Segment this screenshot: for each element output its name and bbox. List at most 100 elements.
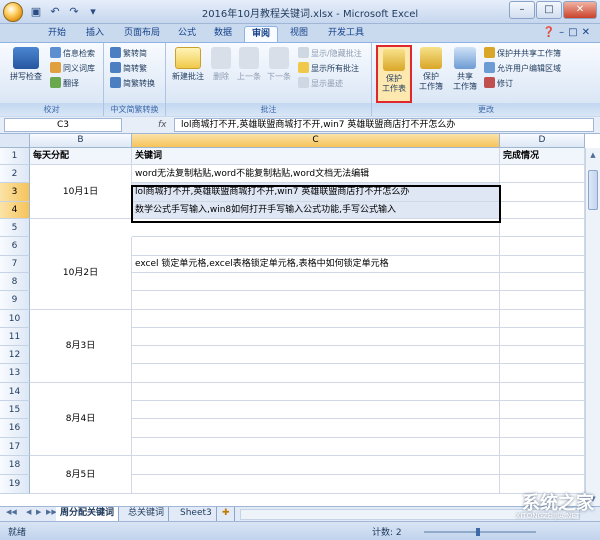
cell[interactable] <box>132 310 500 328</box>
thesaurus-button[interactable]: 同义词库 <box>50 62 95 75</box>
cell[interactable] <box>500 291 585 310</box>
allow-edit-ranges-button[interactable]: 允许用户编辑区域 <box>484 62 561 75</box>
row-header[interactable]: 14 <box>0 383 30 401</box>
cell[interactable] <box>132 475 500 494</box>
tab-view[interactable]: 视图 <box>284 26 314 42</box>
tab-insert[interactable]: 插入 <box>80 26 110 42</box>
row-header[interactable]: 13 <box>0 364 30 383</box>
cell[interactable] <box>500 364 585 383</box>
name-box[interactable]: C3 <box>4 118 122 132</box>
cell[interactable] <box>500 165 585 183</box>
show-all-comments-button[interactable]: 显示所有批注 <box>298 62 359 75</box>
spreadsheet-grid[interactable]: B C D 1 2 3 4 5 6 7 8 9 10 11 12 13 14 15 16 17 18 19 每天分配… <box>0 134 600 506</box>
cell[interactable] <box>500 346 585 364</box>
help-and-window-icons[interactable]: ❓–□✕ <box>543 27 594 38</box>
cell[interactable] <box>500 383 585 401</box>
office-button[interactable] <box>3 2 23 22</box>
row-header[interactable]: 4 <box>0 202 30 219</box>
row-header[interactable]: 17 <box>0 438 30 456</box>
to-simplified-button[interactable]: 繁转简 <box>110 47 147 60</box>
tab-home[interactable]: 开始 <box>40 26 74 42</box>
sheet-tab-weekly[interactable]: 周分配关键词 <box>56 507 120 521</box>
insert-sheet-icon[interactable]: ✚ <box>218 507 235 521</box>
row-header[interactable]: 15 <box>0 401 30 419</box>
cell[interactable] <box>132 383 500 401</box>
row-header[interactable]: 16 <box>0 419 30 438</box>
maximize-button[interactable]: □ <box>536 1 562 19</box>
row-header[interactable]: 3 <box>0 183 30 202</box>
row-header[interactable]: 7 <box>0 256 30 273</box>
row-header[interactable]: 18 <box>0 456 30 475</box>
vertical-scrollbar[interactable]: ▲ ▼ <box>585 148 600 506</box>
cell-c2[interactable]: word无法复制粘贴,word不能复制粘贴,word文档无法编辑 <box>132 165 500 183</box>
close-button[interactable]: ✕ <box>563 1 597 19</box>
cell[interactable] <box>132 364 500 383</box>
customize-qat-icon[interactable]: ▾ <box>85 4 101 20</box>
prev-sheet-icon[interactable]: ◀ <box>26 508 31 516</box>
tab-developer[interactable]: 开发工具 <box>320 26 372 42</box>
cell[interactable] <box>500 219 585 237</box>
date-cell[interactable]: 8月4日 <box>30 383 132 456</box>
header-cell-d[interactable]: 完成情况 <box>500 148 585 165</box>
sheet-tab-total[interactable]: 总关键词 <box>124 507 170 521</box>
date-cell[interactable]: 10月2日 <box>30 237 132 310</box>
cell[interactable] <box>132 291 500 310</box>
formula-input[interactable]: lol商城打不开,英雄联盟商城打不开,win7 英雄联盟商店打不开怎么办 <box>174 118 594 132</box>
cell[interactable] <box>500 456 585 475</box>
save-icon[interactable]: ▣ <box>28 4 44 20</box>
redo-icon[interactable]: ↷ <box>66 4 82 20</box>
fx-icon[interactable]: fx <box>158 118 170 132</box>
select-all-corner[interactable] <box>0 134 30 148</box>
cell[interactable] <box>500 310 585 328</box>
first-sheet-icon[interactable]: ◀◀ <box>6 508 17 516</box>
date-cell[interactable]: 10月1日 <box>30 165 132 219</box>
protect-workbook-button[interactable]: 保护 工作簿 <box>414 47 448 92</box>
header-cell-b[interactable]: 每天分配 <box>30 148 132 165</box>
cell[interactable] <box>500 183 585 202</box>
row-header[interactable]: 1 <box>0 148 30 165</box>
cell[interactable] <box>500 401 585 419</box>
protect-share-button[interactable]: 保护并共享工作簿 <box>484 47 561 60</box>
track-changes-button[interactable]: 修订 <box>484 77 513 90</box>
cell-c7[interactable]: excel 锁定单元格,excel表格锁定单元格,表格中如何锁定单元格 <box>132 256 500 273</box>
column-header-b[interactable]: B <box>30 134 132 148</box>
row-header[interactable]: 5 <box>0 219 30 237</box>
undo-icon[interactable]: ↶ <box>47 4 63 20</box>
scroll-thumb[interactable] <box>588 170 598 210</box>
cell[interactable] <box>132 456 500 475</box>
cell[interactable] <box>500 328 585 346</box>
research-button[interactable]: 信息检索 <box>50 47 95 60</box>
cell[interactable] <box>132 346 500 364</box>
show-ink-button[interactable]: 显示墨迹 <box>298 77 343 90</box>
protect-sheet-button[interactable]: 保护 工作表 <box>376 45 412 103</box>
cell[interactable] <box>500 438 585 456</box>
row-header[interactable]: 11 <box>0 328 30 346</box>
share-workbook-button[interactable]: 共享 工作簿 <box>448 47 482 92</box>
row-header[interactable]: 9 <box>0 291 30 310</box>
cell[interactable] <box>132 273 500 291</box>
header-cell-c[interactable]: 关键词 <box>132 148 500 165</box>
cell[interactable] <box>132 328 500 346</box>
sheet-tab-sheet3[interactable]: Sheet3 <box>176 507 217 521</box>
row-header[interactable]: 8 <box>0 273 30 291</box>
cell[interactable] <box>132 438 500 456</box>
column-header-d[interactable]: D <box>500 134 585 148</box>
to-traditional-button[interactable]: 简转繁 <box>110 62 147 75</box>
cell[interactable] <box>132 419 500 438</box>
cell[interactable] <box>500 273 585 291</box>
cell[interactable] <box>500 256 585 273</box>
date-cell[interactable]: 8月5日 <box>30 456 132 494</box>
cell[interactable] <box>500 237 585 256</box>
next-comment-button[interactable]: 下一条 <box>264 47 294 82</box>
row-header[interactable]: 6 <box>0 237 30 256</box>
column-header-c[interactable]: C <box>132 134 500 148</box>
spelling-button[interactable]: 拼写检查 <box>6 47 46 82</box>
cell[interactable] <box>132 401 500 419</box>
minimize-button[interactable]: – <box>509 1 535 19</box>
date-cell[interactable]: 8月3日 <box>30 310 132 383</box>
tab-page-layout[interactable]: 页面布局 <box>116 26 168 42</box>
chinese-convert-button[interactable]: 简繁转换 <box>110 77 155 90</box>
new-comment-button[interactable]: 新建批注 <box>168 47 208 82</box>
zoom-slider[interactable] <box>420 527 540 536</box>
show-hide-comment-button[interactable]: 显示/隐藏批注 <box>298 47 362 60</box>
